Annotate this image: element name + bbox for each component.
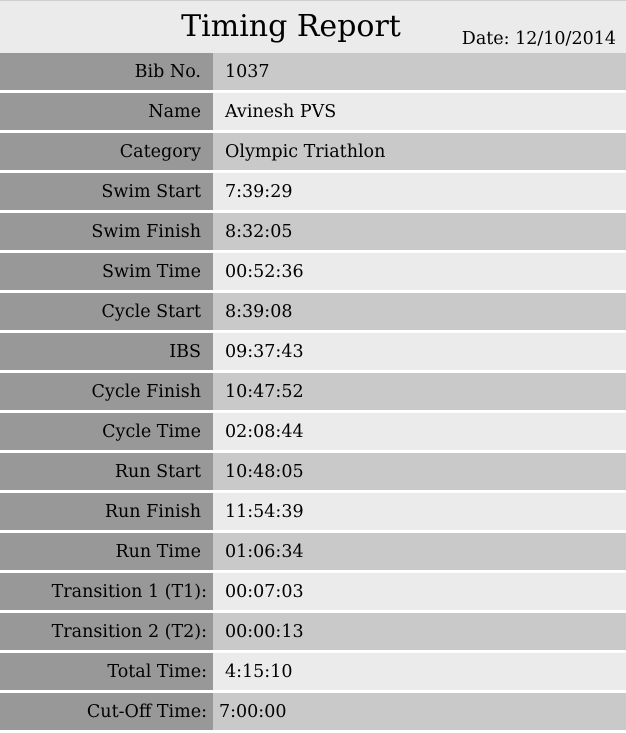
row-value: 10:48:05 xyxy=(213,453,626,490)
row-value: 00:52:36 xyxy=(213,253,626,290)
row-transition-2: Transition 2 (T2): 00:00:13 xyxy=(0,613,626,653)
row-label: Bib No. xyxy=(0,53,213,90)
row-value: 4:15:10 xyxy=(213,653,626,690)
row-ibs: IBS 09:37:43 xyxy=(0,333,626,373)
row-cycle-finish: Cycle Finish 10:47:52 xyxy=(0,373,626,413)
row-transition-1: Transition 1 (T1): 00:07:03 xyxy=(0,573,626,613)
date-label: Date: xyxy=(461,29,510,49)
row-value: 09:37:43 xyxy=(213,333,626,370)
row-label: Run Time xyxy=(0,533,213,570)
row-value: 1037 xyxy=(213,53,626,90)
row-label: Total Time: xyxy=(0,653,213,690)
row-value: Avinesh PVS xyxy=(213,93,626,130)
row-label: Cut-Off Time: xyxy=(0,693,213,730)
row-label: Cycle Start xyxy=(0,293,213,330)
row-value: 7:00:00 xyxy=(213,693,626,730)
row-cycle-start: Cycle Start 8:39:08 xyxy=(0,293,626,333)
row-swim-start: Swim Start 7:39:29 xyxy=(0,173,626,213)
row-value: 11:54:39 xyxy=(213,493,626,530)
row-value: Olympic Triathlon xyxy=(213,133,626,170)
row-label: Swim Start xyxy=(0,173,213,210)
row-label: Swim Time xyxy=(0,253,213,290)
row-total-time: Total Time: 4:15:10 xyxy=(0,653,626,693)
row-cut-off-time: Cut-Off Time: 7:00:00 xyxy=(0,693,626,733)
row-label: Transition 2 (T2): xyxy=(0,613,213,650)
report-date: Date: 12/10/2014 xyxy=(462,28,616,50)
row-label: Cycle Finish xyxy=(0,373,213,410)
row-label: Name xyxy=(0,93,213,130)
row-swim-finish: Swim Finish 8:32:05 xyxy=(0,213,626,253)
row-value: 8:39:08 xyxy=(213,293,626,330)
row-value: 7:39:29 xyxy=(213,173,626,210)
row-cycle-time: Cycle Time 02:08:44 xyxy=(0,413,626,453)
report-header: Timing Report Date: 12/10/2014 xyxy=(0,1,626,53)
row-run-finish: Run Finish 11:54:39 xyxy=(0,493,626,533)
row-bib-no: Bib No. 1037 xyxy=(0,53,626,93)
row-value: 8:32:05 xyxy=(213,213,626,250)
row-value: 02:08:44 xyxy=(213,413,626,450)
row-name: Name Avinesh PVS xyxy=(0,93,626,133)
row-run-time: Run Time 01:06:34 xyxy=(0,533,626,573)
row-label: Swim Finish xyxy=(0,213,213,250)
row-label: Run Start xyxy=(0,453,213,490)
date-value: 12/10/2014 xyxy=(515,29,616,49)
row-value: 00:07:03 xyxy=(213,573,626,610)
row-value: 00:00:13 xyxy=(213,613,626,650)
row-label: Run Finish xyxy=(0,493,213,530)
row-category: Category Olympic Triathlon xyxy=(0,133,626,173)
row-swim-time: Swim Time 00:52:36 xyxy=(0,253,626,293)
timing-report: Timing Report Date: 12/10/2014 Bib No. 10… xyxy=(0,0,626,732)
row-label: Category xyxy=(0,133,213,170)
row-label: Cycle Time xyxy=(0,413,213,450)
row-label: Transition 1 (T1): xyxy=(0,573,213,610)
row-value: 01:06:34 xyxy=(213,533,626,570)
row-run-start: Run Start 10:48:05 xyxy=(0,453,626,493)
row-value: 10:47:52 xyxy=(213,373,626,410)
row-label: IBS xyxy=(0,333,213,370)
timing-table: Bib No. 1037 Name Avinesh PVS Category O… xyxy=(0,53,626,733)
